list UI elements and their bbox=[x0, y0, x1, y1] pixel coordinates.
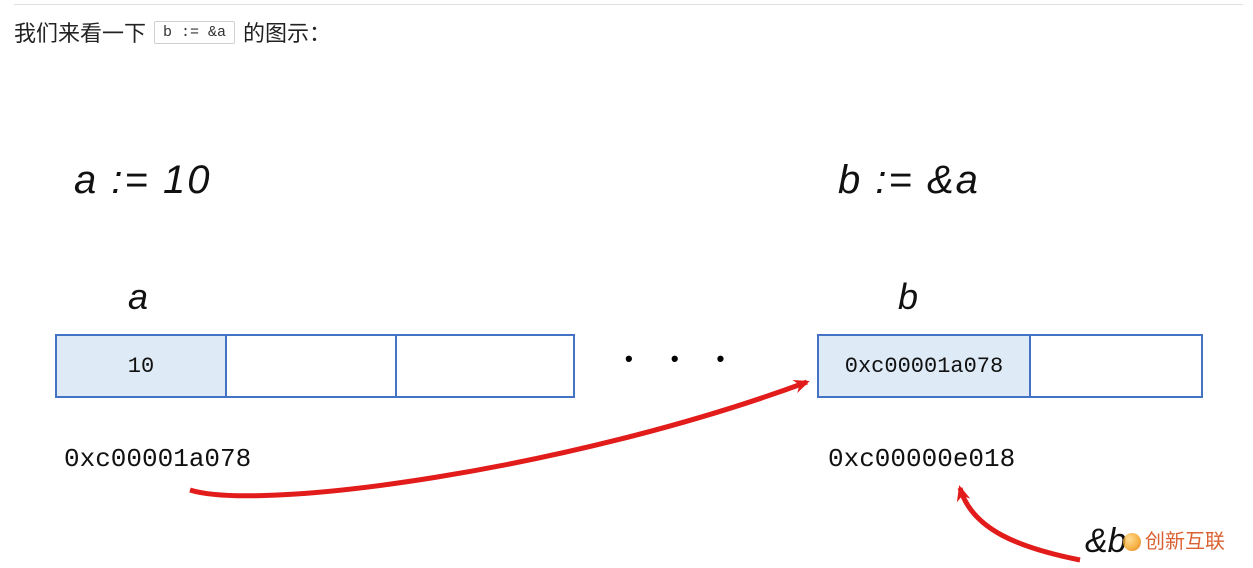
declaration-a: a := 10 bbox=[74, 158, 211, 203]
memory-cell-a-0: 10 bbox=[55, 334, 227, 398]
top-rule bbox=[14, 4, 1243, 5]
memory-cell-b-0: 0xc00001a078 bbox=[817, 334, 1031, 398]
caption-before: 我们来看一下 bbox=[14, 16, 146, 48]
var-label-b: b bbox=[898, 276, 918, 318]
diagram-arrows bbox=[0, 0, 1253, 568]
caption-line: 我们来看一下 b := &a 的图示： bbox=[14, 16, 331, 48]
arrow-ampb-to-addr bbox=[960, 488, 1080, 560]
watermark-text: 创新互联 bbox=[1145, 531, 1225, 553]
memory-block-b: 0xc00001a078 bbox=[817, 334, 1203, 398]
amp-b-label: &b bbox=[1085, 522, 1127, 561]
var-label-a: a bbox=[128, 276, 148, 318]
caption-code: b := &a bbox=[154, 21, 235, 44]
ellipsis-dots: • • • bbox=[625, 346, 740, 372]
address-b: 0xc00000e018 bbox=[828, 444, 1015, 474]
caption-after: 的图示： bbox=[243, 16, 331, 48]
watermark: 创新互联 bbox=[1123, 525, 1225, 554]
memory-cell-a-1 bbox=[227, 334, 397, 398]
memory-block-a: 10 bbox=[55, 334, 575, 398]
declaration-b: b := &a bbox=[838, 158, 980, 203]
address-a: 0xc00001a078 bbox=[64, 444, 251, 474]
memory-cell-a-2 bbox=[397, 334, 575, 398]
memory-cell-b-1 bbox=[1031, 334, 1203, 398]
arrow-a-to-b bbox=[190, 382, 807, 496]
